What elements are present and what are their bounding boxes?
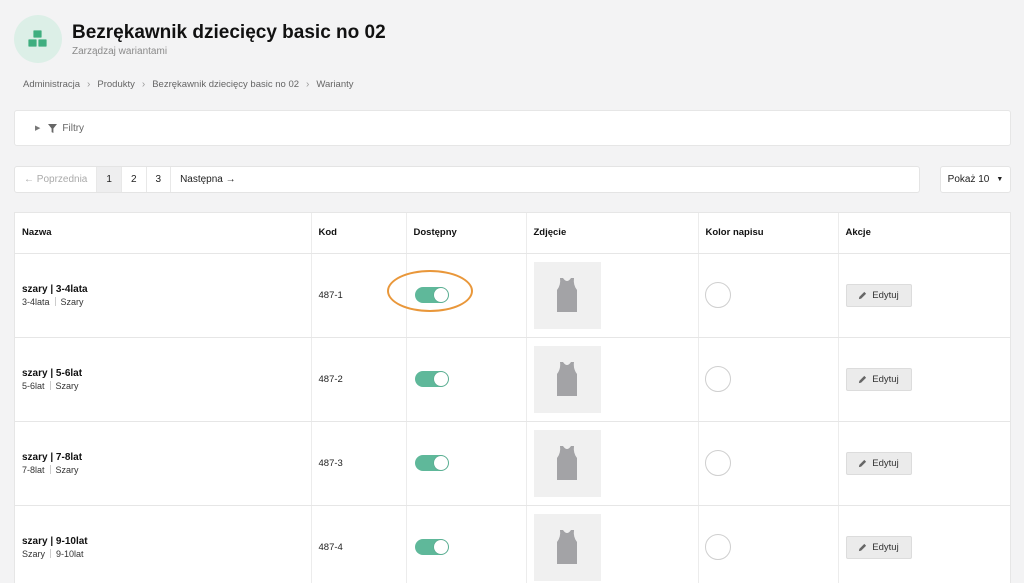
cubes-icon [14,15,62,63]
chevron-right-icon: › [306,79,310,90]
variant-attr: Szary [55,380,79,391]
column-header-name: Nazwa [15,213,312,254]
column-header-actions: Akcje [838,213,1010,254]
tank-top-icon [557,530,577,564]
variant-attr: Szary [55,464,79,475]
breadcrumb-item-product[interactable]: Bezrękawnik dziecięcy basic no 02 [152,79,299,90]
text-color-swatch[interactable] [704,366,731,392]
table-row: szary | 9-10lat Szary 9-10lat 487-4 Edytu… [15,505,1010,583]
variant-code: 487-3 [318,457,343,469]
text-color-swatch[interactable] [704,534,731,560]
table-header-row: Nazwa Kod Dostępny Zdjęcie Kolor napisu … [15,213,1010,254]
variant-name: szary | 5-6lat [22,367,83,379]
variant-code: 487-4 [318,541,343,553]
breadcrumb-item-administracja[interactable]: Administracja [23,79,80,90]
edit-button-label: Edytuj [872,457,899,469]
breadcrumb: Administracja › Produkty › Bezrękawnik d… [23,79,354,90]
text-color-swatch[interactable] [704,450,731,476]
filter-icon [48,123,58,133]
edit-button-label: Edytuj [872,289,899,301]
caret-down-icon: ▼ [996,176,1004,183]
pagination-prev-button[interactable]: ← Poprzednia [15,167,98,192]
pagination-page-1[interactable]: 1 [97,167,122,192]
variant-attr: 5-6lat [22,380,45,391]
column-header-code: Kod [311,213,407,254]
variant-attr: Szary [60,296,84,307]
available-toggle[interactable] [414,539,449,555]
tank-top-icon [557,362,577,396]
edit-button-label: Edytuj [872,373,899,385]
page-subtitle: Zarządzaj wariantami [72,46,168,57]
product-photo[interactable] [533,513,601,581]
filters-label: Filtry [62,122,85,134]
pencil-icon [858,459,867,468]
chevron-right-icon: › [87,79,91,90]
edit-button-label: Edytuj [872,541,899,553]
product-photo[interactable] [533,345,601,413]
table-row: szary | 5-6lat 5-6lat Szary 487-2 Edytuj [15,337,1010,422]
variant-code: 487-1 [318,289,343,301]
variant-attr: 9-10lat [56,548,84,559]
pagination-next-button[interactable]: Następna → [171,167,245,192]
breadcrumb-item-warianty: Warianty [316,79,354,90]
variants-table: Nazwa Kod Dostępny Zdjęcie Kolor napisu … [14,212,1011,583]
pagination-page-3[interactable]: 3 [147,167,172,192]
variant-name: szary | 9-10lat [22,535,88,547]
chevron-right-icon: › [141,79,146,90]
column-header-photo: Zdjęcie [526,213,699,254]
variant-name: szary | 3-4lata [22,283,88,295]
pencil-icon [858,543,867,552]
variant-attr: 7-8lat [22,464,45,475]
available-toggle[interactable] [414,455,449,471]
pagination-page-2[interactable]: 2 [122,167,147,192]
tank-top-icon [557,446,577,480]
pencil-icon [858,375,867,384]
filters-panel[interactable]: ▶ Filtry [14,110,1011,146]
breadcrumb-item-produkty[interactable]: Produkty [97,79,135,90]
edit-button[interactable]: Edytuj [845,367,912,391]
tank-top-icon [557,278,577,312]
variant-attr: 3-4lata [22,296,50,307]
page-size-dropdown[interactable]: Pokaż 10 ▼ [940,166,1011,193]
caret-right-icon: ▶ [35,125,41,132]
edit-button[interactable]: Edytuj [845,451,912,475]
page-size-label: Pokaż 10 [947,174,990,185]
column-header-available: Dostępny [406,213,527,254]
available-toggle[interactable] [414,371,449,387]
variant-attr: Szary [22,548,46,559]
page-title: Bezrękawnik dziecięcy basic no 02 [72,22,386,43]
product-photo[interactable] [533,261,601,329]
table-row: szary | 7-8lat 7-8lat Szary 487-3 Edytuj [15,421,1010,506]
text-color-swatch[interactable] [704,282,731,308]
edit-button[interactable]: Edytuj [845,535,912,559]
available-toggle[interactable] [414,287,449,303]
edit-button[interactable]: Edytuj [845,283,912,307]
table-row: szary | 3-4lata 3-4lata Szary 487-1 Edytu… [15,253,1010,338]
pagination: ← Poprzednia 1 2 3 Następna → [14,166,920,193]
variant-code: 487-2 [318,373,343,385]
pencil-icon [858,291,867,300]
product-photo[interactable] [533,429,601,497]
page-header: Bezrękawnik dziecięcy basic no 02 Zarząd… [14,14,386,64]
column-header-text-color: Kolor napisu [698,213,839,254]
variant-name: szary | 7-8lat [22,451,83,463]
